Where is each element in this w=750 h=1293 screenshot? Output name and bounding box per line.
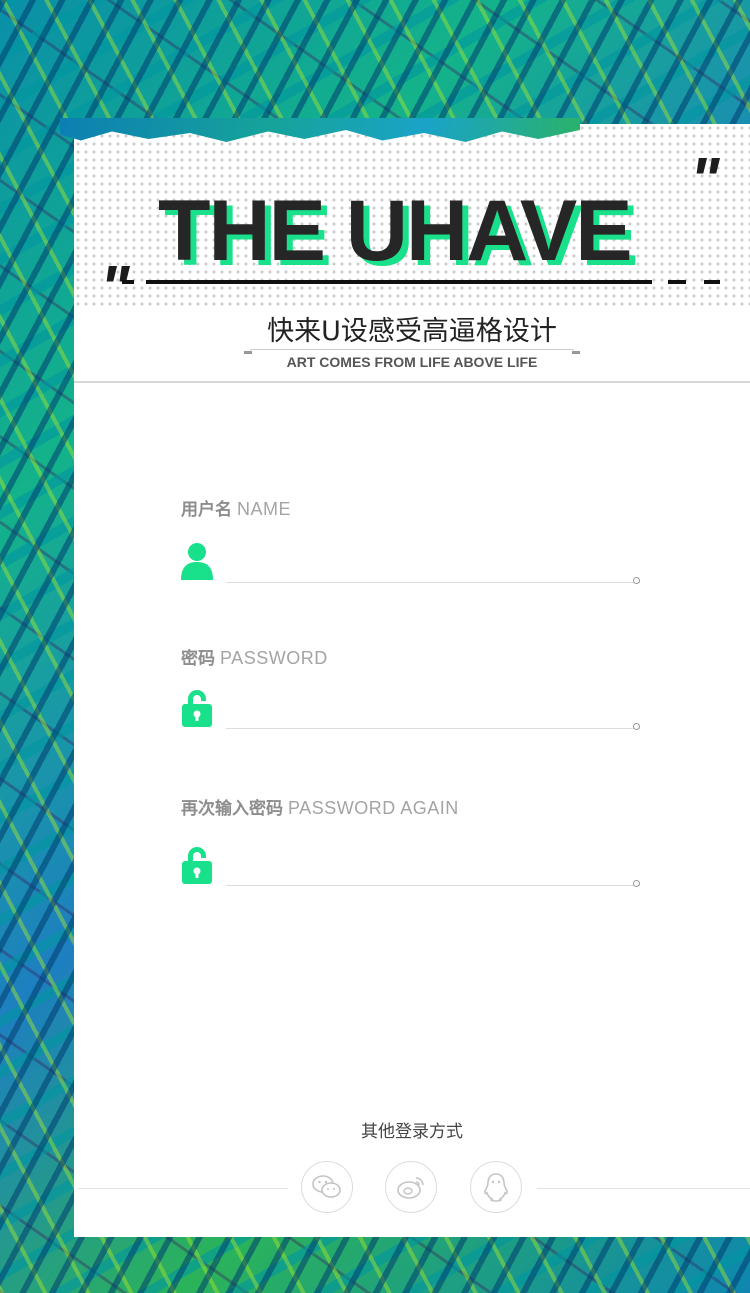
title-rule-dash <box>668 280 686 284</box>
title-rule <box>146 280 652 284</box>
slogan-underline <box>250 349 574 350</box>
open-quote-mark: " <box>100 254 130 323</box>
password-label-en: PASSWORD <box>220 648 328 668</box>
close-quote-mark: " <box>690 146 720 215</box>
user-icon <box>181 541 213 581</box>
divider-left <box>78 1188 288 1189</box>
divider-right <box>537 1188 750 1189</box>
qq-icon <box>484 1173 508 1202</box>
other-login-label: 其他登录方式 <box>361 1122 463 1142</box>
wechat-icon <box>312 1175 341 1198</box>
field-end-dot <box>633 723 640 730</box>
password-input[interactable] <box>226 706 640 729</box>
username-label: 用户名 NAME <box>181 495 291 520</box>
username-label-en: NAME <box>237 499 292 519</box>
password-again-label-en: PASSWORD AGAIN <box>288 798 459 818</box>
title-rule-dash <box>122 280 134 284</box>
title-rule-dash <box>704 280 720 284</box>
field-end-dot <box>633 577 640 584</box>
password-again-input[interactable] <box>226 863 640 886</box>
lock-icon <box>181 845 213 885</box>
slogan-block: 快来U设感受高逼格设计 <box>244 314 580 354</box>
lock-icon <box>181 688 213 728</box>
qq-login-button[interactable] <box>470 1161 522 1213</box>
wechat-login-button[interactable] <box>301 1161 353 1213</box>
weibo-icon <box>397 1177 424 1199</box>
header-separator <box>74 381 750 383</box>
username-label-cn: 用户名 <box>181 500 232 520</box>
password-again-label-cn: 再次输入密码 <box>181 799 283 819</box>
password-label: 密码 PASSWORD <box>181 644 328 669</box>
password-label-cn: 密码 <box>181 649 215 669</box>
slogan: 快来U设感受高逼格设计 <box>267 316 557 347</box>
subtitle: ART COMES FROM LIFE ABOVE LIFE <box>286 354 538 370</box>
login-card <box>74 124 750 1237</box>
field-end-dot <box>633 880 640 887</box>
password-again-label: 再次输入密码 PASSWORD AGAIN <box>181 794 459 819</box>
weibo-login-button[interactable] <box>385 1161 437 1213</box>
page-title: THE UHAVE <box>158 183 633 279</box>
username-input[interactable] <box>226 560 640 583</box>
